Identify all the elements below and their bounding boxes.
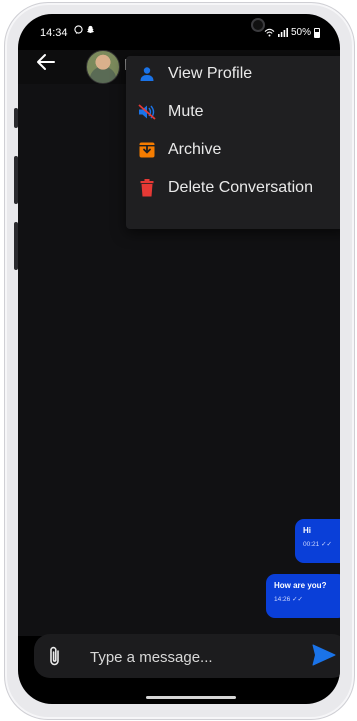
message-meta: 14:26 ✓✓ (274, 595, 339, 603)
battery-percentage: 50% (290, 27, 311, 38)
send-icon (312, 644, 336, 666)
message-input[interactable] (88, 642, 302, 672)
overflow-menu: View Profile Mute Archive Delete Convers… (126, 56, 340, 229)
message-time: 00:21 (303, 541, 320, 548)
back-button[interactable] (36, 52, 60, 76)
attach-button[interactable] (48, 645, 62, 667)
menu-item-delete-conversation[interactable]: Delete Conversation (126, 170, 340, 206)
message-text: How are you? (274, 581, 327, 590)
status-right-icons: 50% (264, 27, 320, 38)
menu-item-label: Archive (168, 141, 222, 158)
camera-icon (251, 18, 265, 32)
phone-screen: 14:34 50% I Hi 00:21 ✓✓ How are you? 14:… (18, 14, 340, 704)
double-check-icon: ✓✓ (292, 596, 303, 603)
message-meta: 00:21 ✓✓ (303, 540, 340, 548)
message-text: Hi (303, 526, 311, 535)
message-composer (34, 634, 340, 678)
battery-icon (314, 27, 320, 38)
send-button[interactable] (312, 644, 338, 668)
archive-icon (138, 141, 156, 159)
double-check-icon: ✓✓ (321, 541, 332, 548)
status-time: 14:34 (40, 27, 68, 39)
arrow-left-icon (37, 54, 55, 70)
menu-item-label: Delete Conversation (168, 179, 313, 196)
status-left-icons (74, 25, 95, 34)
contact-avatar[interactable] (86, 50, 120, 84)
wifi-icon (264, 28, 275, 37)
menu-item-label: Mute (168, 103, 204, 120)
message-bubble-sent[interactable]: How are you? 14:26 ✓✓ (266, 574, 340, 618)
menu-item-label: View Profile (168, 65, 253, 82)
paperclip-icon (50, 646, 59, 666)
signal-icon (277, 28, 288, 37)
snapchat-icon (86, 25, 95, 34)
trash-icon (138, 179, 156, 197)
menu-item-view-profile[interactable]: View Profile (126, 56, 340, 92)
home-indicator (146, 696, 236, 699)
menu-item-mute[interactable]: Mute (126, 94, 340, 130)
message-time: 14:26 (274, 596, 291, 603)
whatsapp-icon (74, 25, 83, 34)
status-bar: 14:34 50% (18, 14, 340, 50)
person-icon (138, 65, 156, 83)
menu-item-archive[interactable]: Archive (126, 132, 340, 168)
mute-icon (138, 103, 156, 121)
message-bubble-sent[interactable]: Hi 00:21 ✓✓ (295, 519, 340, 563)
